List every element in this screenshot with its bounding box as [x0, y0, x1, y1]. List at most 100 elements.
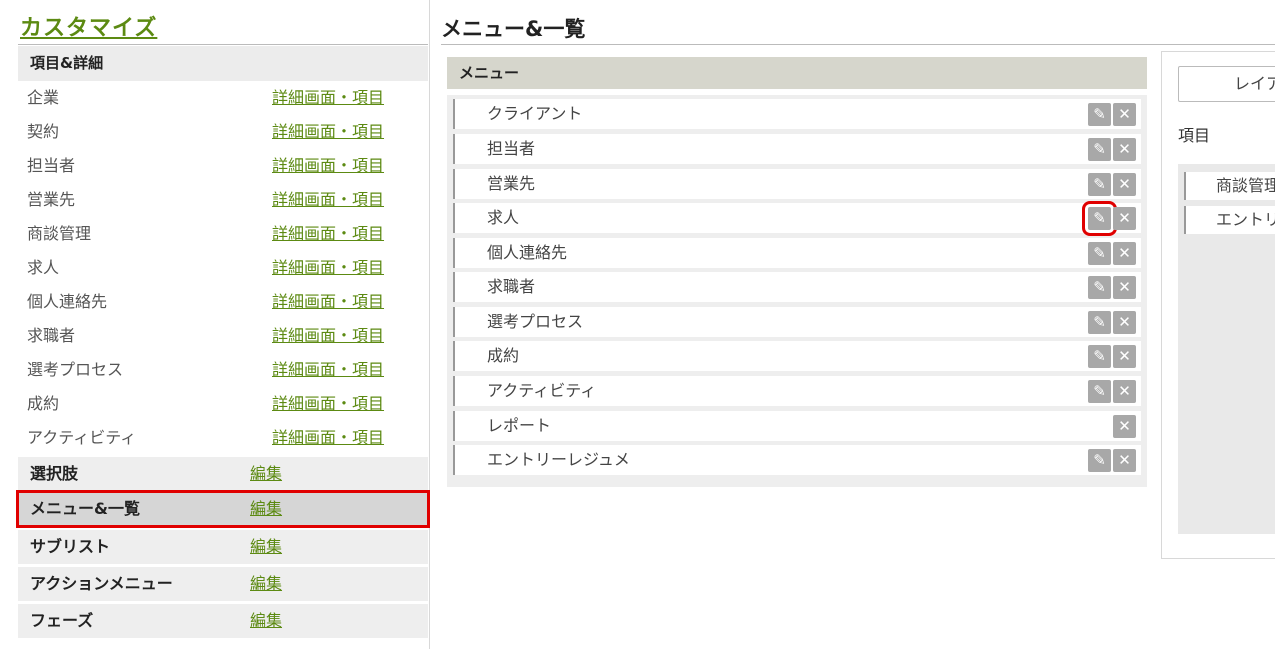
- list-item[interactable]: 商談管理: [1184, 172, 1275, 200]
- close-icon[interactable]: ✕: [1113, 276, 1136, 299]
- sidebar-item: アクティビティ 詳細画面・項目: [18, 421, 428, 455]
- menu-item-label: 担当者: [487, 139, 536, 158]
- menu-item[interactable]: 選考プロセス ✎ ✕: [453, 307, 1141, 337]
- detail-link[interactable]: 詳細画面・項目: [272, 183, 384, 217]
- detail-link[interactable]: 詳細画面・項目: [272, 115, 384, 149]
- menu-item-label: エントリーレジュメ: [487, 450, 630, 469]
- menu-item[interactable]: 個人連絡先 ✎ ✕: [453, 238, 1141, 268]
- menu-item[interactable]: レポート ✕: [453, 411, 1141, 441]
- close-icon[interactable]: ✕: [1113, 103, 1136, 126]
- sidebar-item-label: 営業先: [27, 190, 76, 209]
- sidebar-item-label: アクティビティ: [27, 428, 137, 447]
- close-icon[interactable]: ✕: [1113, 173, 1136, 196]
- menu-item-label: 求職者: [487, 277, 536, 296]
- edit-link[interactable]: 編集: [250, 530, 282, 564]
- edit-link[interactable]: 編集: [250, 492, 282, 526]
- menu-item-label: レポート: [487, 416, 552, 435]
- pencil-icon[interactable]: ✎: [1088, 449, 1111, 472]
- pencil-icon[interactable]: ✎: [1088, 138, 1111, 161]
- menu-item[interactable]: 求人 ✎ ✕: [453, 201, 1141, 236]
- sidebar-item: 企業 詳細画面・項目: [18, 81, 428, 115]
- sidebar-item: 求人 詳細画面・項目: [18, 251, 428, 285]
- sidebar-item-label: 求人: [27, 258, 60, 277]
- divider: [18, 44, 428, 45]
- close-icon[interactable]: ✕: [1113, 242, 1136, 265]
- pencil-icon[interactable]: ✎: [1088, 276, 1111, 299]
- menu-panel: メニュー クライアント ✎ ✕ 担当者 ✎ ✕ 営業先 ✎ ✕ 求人 ✎ ✕ 個人連絡先 ✎ ✕ 求…: [447, 57, 1147, 487]
- pencil-icon[interactable]: ✎: [1082, 201, 1117, 236]
- close-icon[interactable]: ✕: [1113, 207, 1136, 230]
- section-label: フェーズ: [30, 611, 94, 630]
- menu-item[interactable]: 担当者 ✎ ✕: [453, 134, 1141, 164]
- close-icon[interactable]: ✕: [1113, 415, 1136, 438]
- sidebar-item-label: 成約: [27, 394, 60, 413]
- close-icon[interactable]: ✕: [1113, 311, 1136, 334]
- sidebar-item: 商談管理 詳細画面・項目: [18, 217, 428, 251]
- sidebar-item-label: 契約: [27, 122, 60, 141]
- items-list: 商談管理 エントリ: [1178, 164, 1275, 534]
- sidebar-item-label: 選考プロセス: [27, 360, 124, 379]
- detail-link[interactable]: 詳細画面・項目: [272, 387, 384, 421]
- menu-item-label: クライアント: [487, 104, 583, 123]
- detail-link[interactable]: 詳細画面・項目: [272, 353, 384, 387]
- sidebar-item-label: 企業: [27, 88, 60, 107]
- menu-item-label: 求人: [487, 208, 520, 227]
- sidebar-title[interactable]: カスタマイズ: [20, 10, 157, 42]
- sidebar-item-label: 担当者: [27, 156, 76, 175]
- menu-header: メニュー: [447, 57, 1147, 89]
- section-label: アクションメニュー: [30, 574, 173, 593]
- page-title: メニュー&一覧: [441, 17, 586, 41]
- sidebar: カスタマイズ 項目&詳細 企業 詳細画面・項目 契約 詳細画面・項目 担当者 詳細画面…: [0, 0, 430, 649]
- detail-link[interactable]: 詳細画面・項目: [272, 319, 384, 353]
- sidebar-item-label: 個人連絡先: [27, 292, 108, 311]
- pencil-icon[interactable]: ✎: [1088, 345, 1111, 368]
- sidebar-item-label: 求職者: [27, 326, 76, 345]
- items-label: 項目: [1178, 126, 1211, 145]
- close-icon[interactable]: ✕: [1113, 380, 1136, 403]
- menu-item[interactable]: エントリーレジュメ ✎ ✕: [453, 445, 1141, 475]
- menu-item-label: 成約: [487, 346, 520, 365]
- menu-item[interactable]: アクティビティ ✎ ✕: [453, 376, 1141, 406]
- pencil-icon[interactable]: ✎: [1088, 103, 1111, 126]
- sidebar-item: 担当者 詳細画面・項目: [18, 149, 428, 183]
- section-header-items-details: 項目&詳細: [18, 46, 428, 81]
- detail-link[interactable]: 詳細画面・項目: [272, 285, 384, 319]
- sidebar-item: 個人連絡先 詳細画面・項目: [18, 285, 428, 319]
- sidebar-item-label: 商談管理: [27, 224, 92, 243]
- menu-item-label: 個人連絡先: [487, 243, 568, 262]
- detail-link[interactable]: 詳細画面・項目: [272, 251, 384, 285]
- pencil-icon[interactable]: ✎: [1088, 242, 1111, 265]
- sidebar-section-choices: 選択肢 編集: [18, 457, 428, 491]
- menu-item[interactable]: 営業先 ✎ ✕: [453, 169, 1141, 199]
- divider: [441, 44, 1275, 45]
- edit-link[interactable]: 編集: [250, 567, 282, 601]
- menu-item[interactable]: 求職者 ✎ ✕: [453, 272, 1141, 302]
- menu-item-label: 営業先: [487, 174, 536, 193]
- detail-link[interactable]: 詳細画面・項目: [272, 149, 384, 183]
- sidebar-section-phase: フェーズ 編集: [18, 604, 428, 638]
- sidebar-section-sublist: サブリスト 編集: [18, 530, 428, 564]
- detail-link[interactable]: 詳細画面・項目: [272, 217, 384, 251]
- sidebar-section-menu-list: メニュー&一覧 編集: [16, 490, 430, 528]
- close-icon[interactable]: ✕: [1113, 449, 1136, 472]
- section-label: 選択肢: [30, 464, 79, 483]
- right-panel: レイア 項目 商談管理 エントリ: [1161, 51, 1275, 559]
- pencil-icon[interactable]: ✎: [1088, 173, 1111, 196]
- sidebar-item: 求職者 詳細画面・項目: [18, 319, 428, 353]
- detail-link[interactable]: 詳細画面・項目: [272, 421, 384, 455]
- menu-list: クライアント ✎ ✕ 担当者 ✎ ✕ 営業先 ✎ ✕ 求人 ✎ ✕ 個人連絡先 ✎ ✕ 求職者 ✎ ✕ …: [447, 95, 1147, 487]
- layout-button[interactable]: レイア: [1178, 66, 1275, 102]
- section-label: メニュー&一覧: [30, 499, 140, 518]
- menu-item[interactable]: 成約 ✎ ✕: [453, 341, 1141, 371]
- menu-item[interactable]: クライアント ✎ ✕: [453, 99, 1141, 129]
- pencil-icon[interactable]: ✎: [1088, 380, 1111, 403]
- pencil-icon[interactable]: ✎: [1088, 311, 1111, 334]
- close-icon[interactable]: ✕: [1113, 345, 1136, 368]
- detail-link[interactable]: 詳細画面・項目: [272, 81, 384, 115]
- sidebar-item: 営業先 詳細画面・項目: [18, 183, 428, 217]
- edit-link[interactable]: 編集: [250, 457, 282, 491]
- list-item[interactable]: エントリ: [1184, 206, 1275, 234]
- edit-link[interactable]: 編集: [250, 604, 282, 638]
- menu-item-label: アクティビティ: [487, 381, 597, 400]
- close-icon[interactable]: ✕: [1113, 138, 1136, 161]
